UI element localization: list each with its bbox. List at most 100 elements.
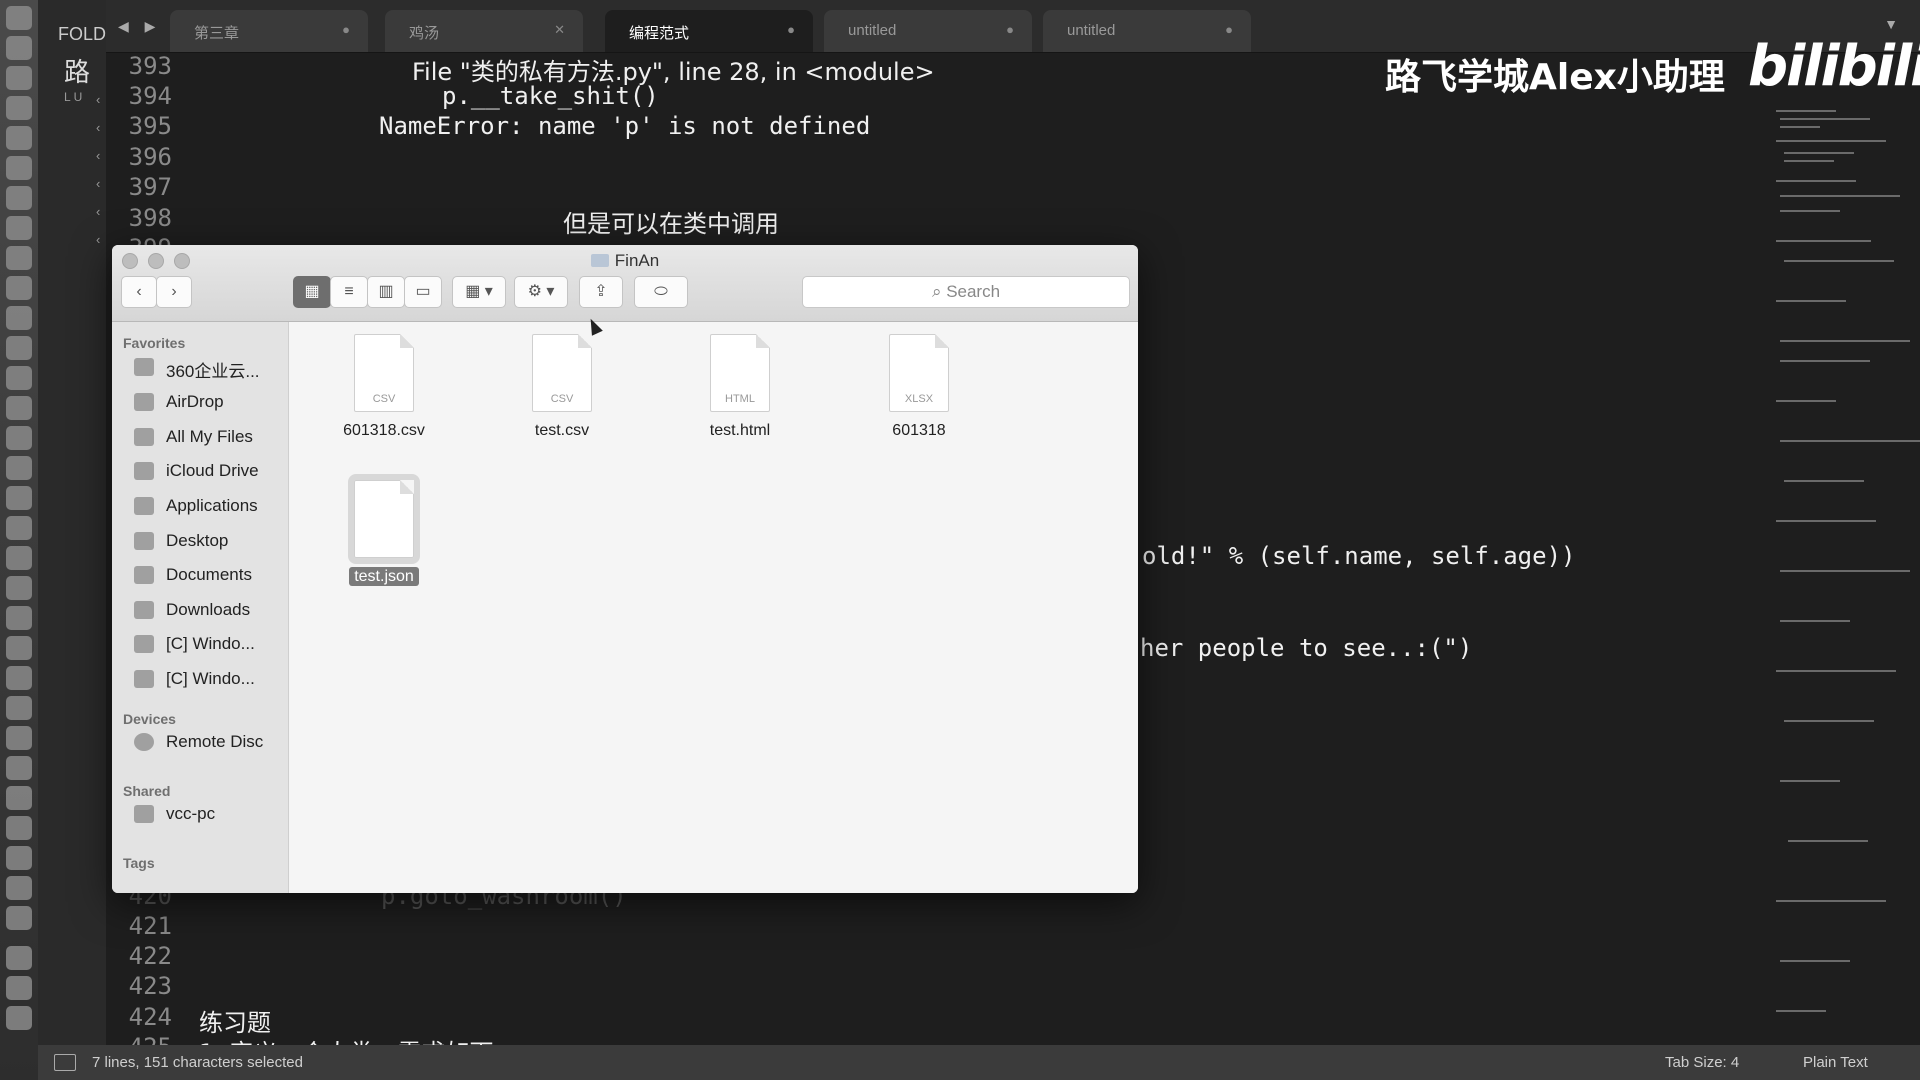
chevron-left-icon[interactable]: ‹ <box>96 176 100 191</box>
dock-app-icon[interactable] <box>6 906 32 930</box>
tab-label: 编程范式 <box>629 25 690 42</box>
dock-app-icon[interactable] <box>6 786 32 810</box>
dock-app-icon[interactable] <box>6 666 32 690</box>
dock-app-icon[interactable] <box>6 1006 32 1030</box>
dock-app-icon[interactable] <box>6 756 32 780</box>
folder-subitems[interactable]: L U <box>64 90 82 104</box>
tab-close-icon[interactable]: ✕ <box>554 22 565 38</box>
list-view-button[interactable]: ≡ <box>330 276 368 308</box>
line-number: 393 <box>128 52 172 80</box>
finder-file-grid[interactable]: CSV 601318.csv CSV test.csv HTML test.ht… <box>289 322 1138 893</box>
drive-icon <box>134 635 154 653</box>
dock-app-icon[interactable] <box>6 6 32 30</box>
file-item[interactable]: CSV 601318.csv <box>309 334 459 440</box>
chevron-left-icon[interactable]: ‹ <box>96 232 100 247</box>
dock-app-icon[interactable] <box>6 606 32 630</box>
tab-dirty-indicator[interactable]: ● <box>342 22 350 37</box>
tab-dirty-indicator[interactable]: ● <box>787 22 795 37</box>
chevron-left-icon[interactable]: ‹ <box>96 92 100 107</box>
panel-toggle-icon[interactable] <box>54 1054 76 1071</box>
coverflow-view-button[interactable]: ▭ <box>404 276 442 308</box>
syntax-selector[interactable]: Plain Text <box>1803 1054 1868 1071</box>
finder-toolbar: FinAn ‹ › ▦ ≡ ▥ ▭ ▦ ▾ ⚙ ▾ ⇪ ⬭ ⌕ Search <box>112 245 1138 322</box>
drive-icon <box>134 670 154 688</box>
csv-file-icon: CSV <box>354 334 414 412</box>
dock-app-icon[interactable] <box>6 546 32 570</box>
tab-label: 鸡汤 <box>409 25 440 42</box>
dock-app-icon[interactable] <box>6 846 32 870</box>
tab-untitled-1[interactable]: untitled ● <box>824 10 1032 52</box>
tab-label: untitled <box>848 22 897 39</box>
dock-app-icon[interactable] <box>6 96 32 120</box>
back-button[interactable]: ‹ <box>121 276 157 308</box>
tag-button[interactable]: ⬭ <box>634 276 688 308</box>
arrange-button[interactable]: ▦ ▾ <box>452 276 506 308</box>
dock-app-icon[interactable] <box>6 336 32 360</box>
dock-app-icon[interactable] <box>6 156 32 180</box>
icon-view-button[interactable]: ▦ <box>293 276 331 308</box>
documents-icon <box>134 566 154 584</box>
code-line[interactable]: her people to see..:(") <box>1140 634 1472 662</box>
tab-size-selector[interactable]: Tab Size: 4 <box>1665 1054 1739 1071</box>
tab-jitang[interactable]: 鸡汤 ✕ <box>385 10 583 52</box>
dock-app-icon[interactable] <box>6 516 32 540</box>
file-item[interactable]: XLSX 601318 <box>844 334 994 440</box>
dock-app-icon[interactable] <box>6 186 32 210</box>
dock-app-icon[interactable] <box>6 306 32 330</box>
line-number: 395 <box>128 112 172 140</box>
dock-app-icon[interactable] <box>6 216 32 240</box>
folders-header: FOLD <box>58 24 107 44</box>
dock-app-icon[interactable] <box>6 576 32 600</box>
chevron-left-icon[interactable]: ‹ <box>96 204 100 219</box>
dock-app-icon[interactable] <box>6 696 32 720</box>
tab-chapter3[interactable]: 第三章 ● <box>170 10 368 52</box>
action-gear-button[interactable]: ⚙ ▾ <box>514 276 568 308</box>
search-field[interactable]: ⌕ Search <box>802 276 1130 308</box>
dock-app-icon[interactable] <box>6 36 32 60</box>
code-line[interactable]: NameError: name 'p' is not defined <box>379 112 870 140</box>
csv-file-icon: CSV <box>532 334 592 412</box>
tab-programming-paradigm[interactable]: 编程范式 ● <box>605 10 813 52</box>
dock-app-icon[interactable] <box>6 366 32 390</box>
tab-dirty-indicator[interactable]: ● <box>1225 22 1233 37</box>
tab-untitled-2[interactable]: untitled ● <box>1043 10 1251 52</box>
dock-app-icon[interactable] <box>6 276 32 300</box>
file-item[interactable]: HTML test.html <box>665 334 815 440</box>
dock-app-icon[interactable] <box>6 66 32 90</box>
code-line[interactable]: old!" % (self.name, self.age)) <box>1142 542 1575 570</box>
dock-app-icon[interactable] <box>6 816 32 840</box>
column-view-button[interactable]: ▥ <box>367 276 405 308</box>
tab-dirty-indicator[interactable]: ● <box>1006 22 1014 37</box>
dock-app-icon[interactable] <box>6 636 32 660</box>
code-line[interactable]: p.__take_shit() <box>442 82 659 110</box>
folder-name[interactable]: 路 <box>64 52 90 89</box>
chevron-left-icon[interactable]: ‹ <box>96 120 100 135</box>
file-item[interactable]: CSV test.csv <box>487 334 637 440</box>
dock-app-icon[interactable] <box>6 946 32 970</box>
code-line[interactable]: 1. 定义一个人类，需求如下 <box>199 1033 494 1045</box>
file-item-selected[interactable]: test.json <box>309 474 459 586</box>
search-placeholder: Search <box>946 282 1001 301</box>
file-name: test.json <box>309 567 459 586</box>
dock-app-icon[interactable] <box>6 246 32 270</box>
dock-app-icon[interactable] <box>6 456 32 480</box>
dock-app-icon[interactable] <box>6 726 32 750</box>
dock-app-icon[interactable] <box>6 486 32 510</box>
tab-menu-icon[interactable]: ▼ <box>1884 16 1898 32</box>
dock-app-icon[interactable] <box>6 396 32 420</box>
chevron-left-icon[interactable]: ‹ <box>96 148 100 163</box>
forward-button[interactable]: › <box>156 276 192 308</box>
minimap[interactable] <box>1772 100 1920 1045</box>
dock-app-icon[interactable] <box>6 976 32 1000</box>
share-button[interactable]: ⇪ <box>579 276 623 308</box>
dock-app-icon[interactable] <box>6 426 32 450</box>
dock-app-icon[interactable] <box>6 876 32 900</box>
desktop-icon <box>134 532 154 550</box>
line-number: 423 <box>128 972 172 1000</box>
tab-nav-arrows[interactable]: ◀ ▶ <box>118 18 161 35</box>
tags-header: Tags <box>123 855 155 871</box>
file-name: 601318.csv <box>343 422 425 439</box>
code-line[interactable]: 但是可以在类中调用 <box>563 204 779 239</box>
dock-app-icon[interactable] <box>6 126 32 150</box>
xlsx-file-icon: XLSX <box>889 334 949 412</box>
